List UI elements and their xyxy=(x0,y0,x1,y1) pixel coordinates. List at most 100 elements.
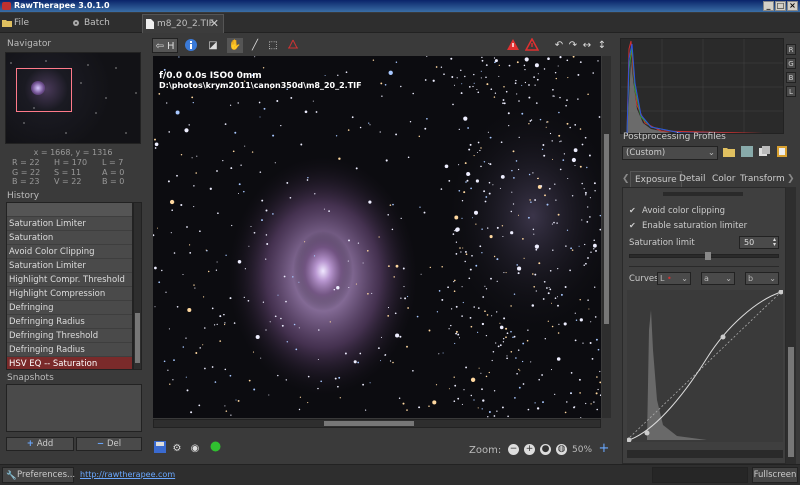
shadow-clipping-button[interactable] xyxy=(524,37,540,53)
avoid-clipping-checkbox[interactable]: ✔ Avoid color clipping xyxy=(629,206,725,216)
preview-vertical-scrollbar[interactable] xyxy=(602,56,611,418)
history-item[interactable]: Defringing Radius xyxy=(7,315,132,329)
scroll-thumb[interactable] xyxy=(135,313,140,363)
tab-batch-queue[interactable]: Batch Queue xyxy=(70,14,140,46)
zoom-100-button[interactable]: ● xyxy=(540,444,551,455)
wb-picker-button[interactable]: ╱ xyxy=(247,38,263,53)
star xyxy=(536,407,540,410)
curve-point[interactable] xyxy=(626,437,632,443)
star xyxy=(571,249,574,251)
curve-point[interactable] xyxy=(644,430,650,436)
fullscreen-button[interactable]: Fullscreen xyxy=(752,467,798,483)
history-item[interactable]: Highlight Compression xyxy=(7,287,132,301)
crop-tool-button[interactable]: ⬚ xyxy=(265,38,281,53)
flip-vertical-button[interactable]: ↕ xyxy=(594,38,610,53)
sat-limit-spinbox[interactable]: 50 ▴ ▾ xyxy=(739,236,779,249)
star xyxy=(493,57,496,59)
tabs-scroll-left-icon[interactable]: ❮ xyxy=(622,171,630,187)
delete-snapshot-button[interactable]: − Del xyxy=(76,437,142,451)
star xyxy=(423,211,426,214)
edit-external-button[interactable]: ◉ xyxy=(187,441,203,456)
history-item[interactable]: Saturation Limiter xyxy=(7,259,132,273)
paste-profile-button[interactable] xyxy=(776,146,790,160)
curve-point[interactable] xyxy=(778,289,784,295)
copy-profile-button[interactable] xyxy=(758,146,772,160)
tabs-scroll-right-icon[interactable]: ❯ xyxy=(787,171,795,187)
save-profile-button[interactable] xyxy=(740,146,754,160)
zoom-in-button[interactable]: + xyxy=(524,444,535,455)
scroll-thumb[interactable] xyxy=(324,421,414,426)
star xyxy=(597,388,599,391)
star xyxy=(491,315,493,317)
snapshots-list[interactable] xyxy=(6,384,142,432)
image-preview[interactable]: f/0.0 0.0s ISO0 0mm D:\photos\krym2011\c… xyxy=(153,56,601,418)
send-to-queue-button[interactable]: ⚙ xyxy=(169,441,185,456)
tab-color[interactable]: Color xyxy=(712,171,736,187)
curve-b-select[interactable]: b ⌄ xyxy=(745,272,779,285)
preview-horizontal-scrollbar[interactable] xyxy=(153,419,601,428)
curve-l-select[interactable]: L • ⌄ xyxy=(657,272,691,285)
close-window-button[interactable]: × xyxy=(787,1,798,11)
preferences-button[interactable]: 🔧 Preferences... xyxy=(2,467,75,483)
tab-editor-image[interactable]: m8_20_2.TIF ✕ xyxy=(142,14,224,33)
highlight-clipping-button[interactable] xyxy=(505,38,521,53)
sat-limit-slider[interactable] xyxy=(629,252,779,260)
straighten-button[interactable] xyxy=(285,38,301,53)
star xyxy=(469,316,472,319)
history-item[interactable]: Saturation xyxy=(7,231,132,245)
histogram-toggle-r[interactable]: R xyxy=(786,44,796,55)
tab-detail[interactable]: Detail xyxy=(679,171,706,187)
tab-transform[interactable]: Transform xyxy=(740,171,785,187)
star xyxy=(461,403,463,405)
load-profile-button[interactable] xyxy=(722,146,736,160)
zoom-fit-button[interactable]: ◍ xyxy=(556,444,567,455)
tab-exposure[interactable]: Exposure xyxy=(630,171,682,187)
history-item[interactable]: Avoid Color Clipping xyxy=(7,245,132,259)
panel-top-slider[interactable] xyxy=(663,192,743,196)
histogram-toggle-b[interactable]: B xyxy=(786,72,796,83)
curve-point[interactable] xyxy=(720,334,726,340)
hide-panel-button[interactable]: ⇦ H xyxy=(152,38,178,53)
chevron-down-icon: ⌄ xyxy=(681,274,688,283)
history-item[interactable]: Saturation Limiter xyxy=(7,217,132,231)
histogram-toggle-l[interactable]: L xyxy=(786,86,796,97)
maximize-button[interactable]: □ xyxy=(775,1,786,11)
website-link[interactable]: http://rawtherapee.com xyxy=(80,470,175,479)
star xyxy=(530,201,532,203)
tools-scrollbar[interactable] xyxy=(786,187,796,464)
history-item[interactable]: Defringing xyxy=(7,301,132,315)
zoom-out-button[interactable]: − xyxy=(508,444,519,455)
history-item-selected[interactable]: HSV EQ -- Saturation xyxy=(7,357,132,369)
flip-horizontal-button[interactable]: ↔ xyxy=(579,38,595,53)
history-item[interactable]: Highlight Compr. Threshold xyxy=(7,273,132,287)
save-image-button[interactable] xyxy=(152,441,168,456)
curve-editor[interactable] xyxy=(626,289,784,443)
hand-tool-button[interactable]: ✋ xyxy=(227,38,243,53)
star xyxy=(514,397,516,399)
curve-a-select[interactable]: a ⌄ xyxy=(701,272,735,285)
navigator-thumbnail[interactable] xyxy=(5,52,141,144)
profile-select[interactable]: (Custom) ⌄ xyxy=(622,146,718,160)
star xyxy=(566,122,569,125)
star xyxy=(534,244,539,249)
star xyxy=(467,127,469,129)
new-detail-window-button[interactable]: + xyxy=(596,441,612,456)
histogram-toggle-g[interactable]: G xyxy=(786,58,796,69)
add-snapshot-button[interactable]: + Add xyxy=(6,437,74,451)
scroll-thumb[interactable] xyxy=(604,134,609,324)
history-scrollbar[interactable] xyxy=(133,202,142,370)
minimize-button[interactable]: _ xyxy=(763,1,774,11)
navigator-viewport-rect[interactable] xyxy=(16,68,72,112)
star xyxy=(510,305,512,307)
star xyxy=(542,401,544,404)
scroll-thumb[interactable] xyxy=(788,347,794,457)
sat-limiter-checkbox[interactable]: ✔ Enable saturation limiter xyxy=(629,221,747,231)
info-button[interactable] xyxy=(183,38,199,53)
history-item[interactable]: Defringing Threshold xyxy=(7,329,132,343)
tab-file-browser[interactable]: File Browser xyxy=(0,14,68,46)
slider-handle[interactable] xyxy=(705,252,711,260)
close-tab-icon[interactable]: ✕ xyxy=(210,15,219,33)
star xyxy=(188,124,190,126)
history-item[interactable]: Defringing Radius xyxy=(7,343,132,357)
before-after-button[interactable]: ◪ xyxy=(205,38,221,53)
